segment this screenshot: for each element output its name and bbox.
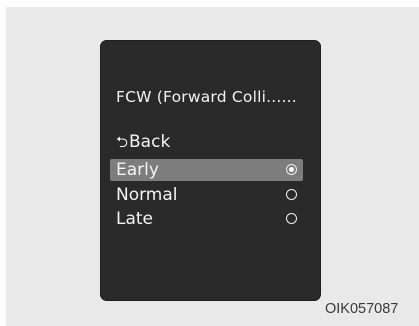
- option-normal[interactable]: Normal: [110, 184, 303, 206]
- option-late[interactable]: Late: [110, 208, 303, 230]
- top-margin: [0, 0, 419, 7]
- radio-selected-icon: [286, 164, 297, 175]
- figure-code: OIK057087: [325, 301, 399, 317]
- option-label: Late: [116, 209, 154, 229]
- back-arrow-icon: ⮌: [116, 133, 129, 151]
- radio-unselected-icon: [286, 189, 297, 200]
- option-label: Early: [116, 160, 159, 180]
- radio-unselected-icon: [286, 213, 297, 224]
- back-button[interactable]: ⮌Back: [116, 132, 170, 157]
- cluster-display: FCW (Forward Colli...... ⮌Back Early Nor…: [100, 40, 321, 301]
- left-margin: [0, 0, 6, 326]
- menu-title: FCW (Forward Colli......: [116, 88, 297, 106]
- back-label: Back: [129, 132, 171, 152]
- option-early[interactable]: Early: [110, 159, 303, 181]
- option-label: Normal: [116, 185, 178, 205]
